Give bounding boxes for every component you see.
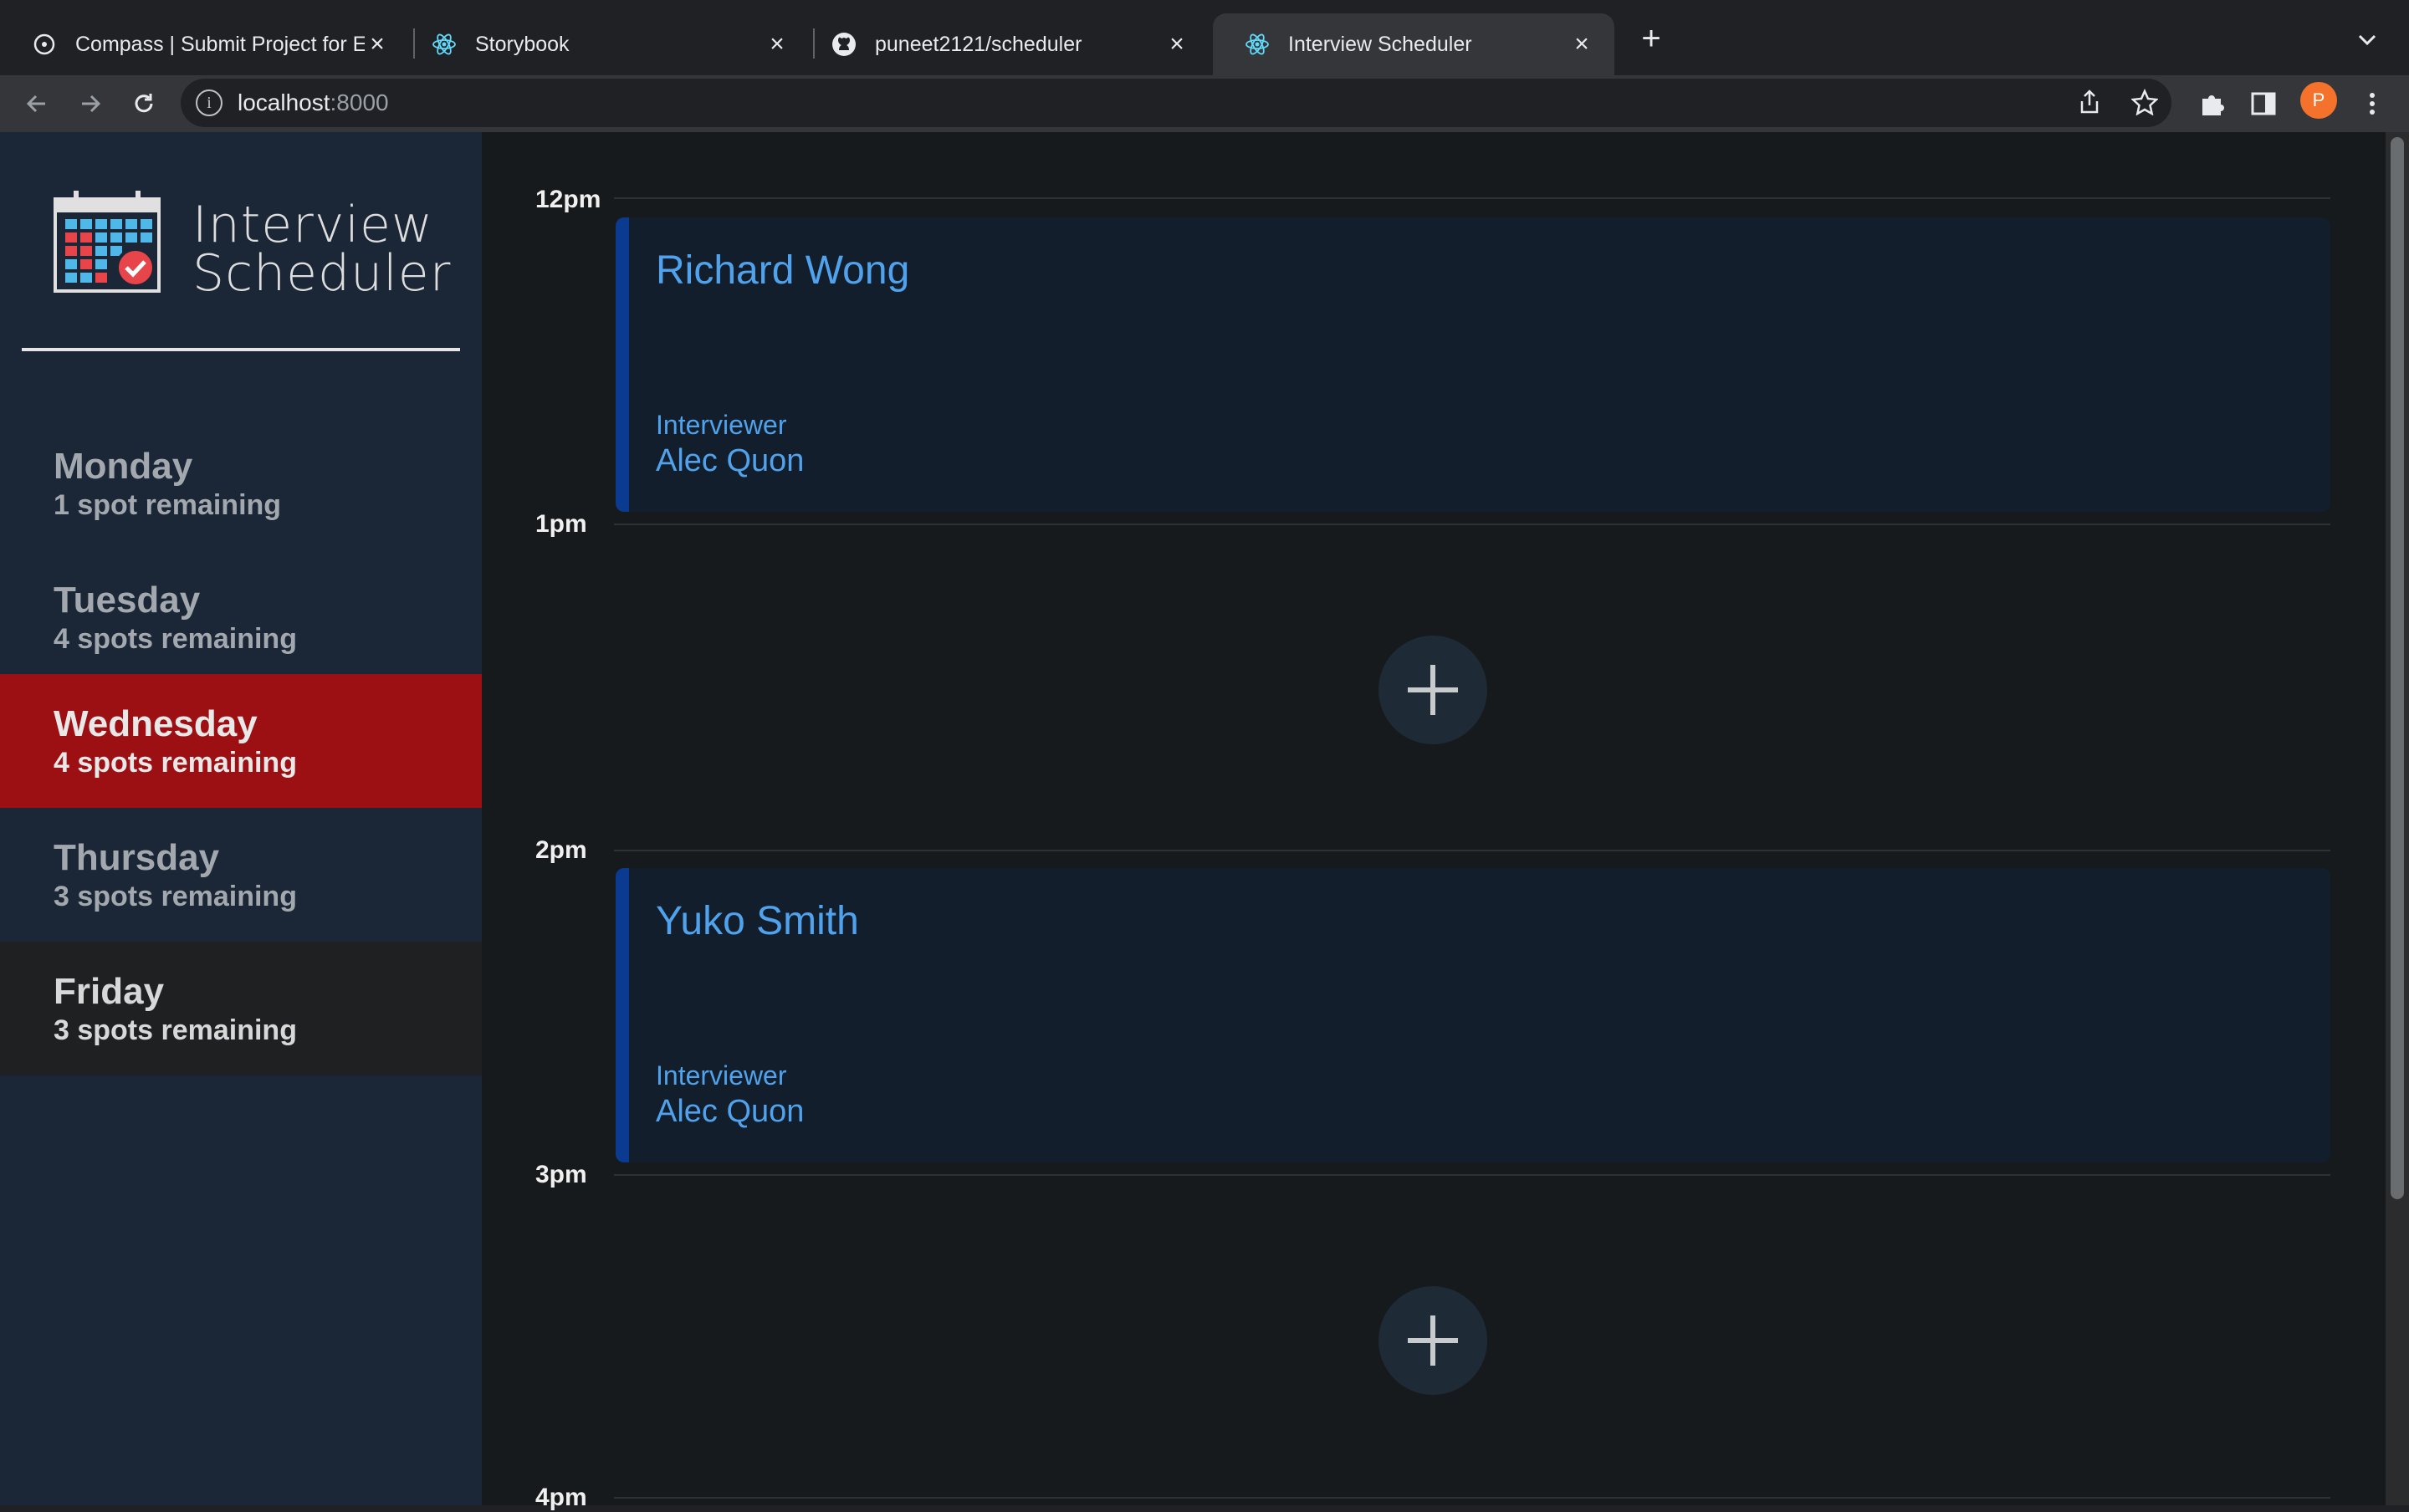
github-icon <box>831 32 857 57</box>
appointment-card[interactable]: Richard Wong Interviewer Alec Quon <box>616 217 2330 512</box>
tab-search-chevron-icon[interactable] <box>2357 27 2377 53</box>
react-icon <box>432 32 457 57</box>
app-title-line2: Scheduler <box>192 244 452 303</box>
site-info-icon[interactable]: i <box>196 89 222 116</box>
day-spots-remaining: 3 spots remaining <box>54 1014 297 1046</box>
slot-time-label: 4pm <box>535 1484 587 1511</box>
close-icon[interactable]: × <box>1164 30 1189 58</box>
add-appointment-button[interactable] <box>1378 1286 1487 1395</box>
day-spots-remaining: 4 spots remaining <box>54 623 297 655</box>
browser-tab-storybook[interactable]: Storybook × <box>400 13 810 75</box>
share-icon[interactable] <box>2073 85 2106 119</box>
browser-tab-interview-scheduler[interactable]: Interview Scheduler × <box>1213 13 1614 75</box>
extensions-puzzle-icon[interactable] <box>2193 85 2230 122</box>
close-icon[interactable]: × <box>765 30 790 58</box>
page-scrollbar[interactable] <box>2386 132 2409 1505</box>
app-title-line1: Interview <box>192 196 433 254</box>
compass-icon <box>32 32 57 57</box>
app-logo: Interview Scheduler <box>52 191 478 308</box>
url-host: localhost <box>238 89 330 115</box>
close-icon[interactable]: × <box>1569 30 1594 58</box>
schedule: 12pm Richard Wong Interviewer Alec Quon … <box>482 132 2386 1511</box>
day-list-item-monday[interactable]: Monday 1 spot remaining <box>0 416 482 550</box>
day-list-item-friday[interactable]: Friday 3 spots remaining <box>0 942 482 1075</box>
day-name: Friday <box>54 971 165 1012</box>
browser-tab-strip: Compass | Submit Project for E × Storybo… <box>0 0 2409 75</box>
slot-divider <box>614 524 2330 525</box>
slot-time-label: 12pm <box>535 186 601 213</box>
day-list-item-wednesday[interactable]: Wednesday 4 spots remaining <box>0 674 482 808</box>
tab-label: puneet2121/scheduler <box>875 32 1082 56</box>
slot-divider <box>614 1497 2330 1499</box>
address-bar[interactable]: i localhost :8000 <box>181 79 2171 127</box>
tab-label: Storybook <box>475 32 570 56</box>
interviewer-label: Interviewer <box>656 410 787 440</box>
slot-time-label: 3pm <box>535 1161 587 1188</box>
day-name: Wednesday <box>54 703 258 744</box>
student-name: Yuko Smith <box>656 899 859 943</box>
url-port: :8000 <box>330 89 389 115</box>
day-list-item-thursday[interactable]: Thursday 3 spots remaining <box>0 808 482 942</box>
tab-label: Interview Scheduler <box>1288 32 1472 56</box>
slot-divider <box>614 197 2330 199</box>
reload-icon[interactable] <box>125 85 162 122</box>
interviewer-name: Alec Quon <box>656 443 805 478</box>
day-spots-remaining: 4 spots remaining <box>54 747 297 779</box>
browser-tab-github[interactable]: puneet2121/scheduler × <box>800 13 1210 75</box>
day-spots-remaining: 1 spot remaining <box>54 489 282 521</box>
day-list-item-tuesday[interactable]: Tuesday 4 spots remaining <box>0 550 482 684</box>
plus-icon <box>1408 1315 1458 1366</box>
day-name: Monday <box>54 446 193 487</box>
back-arrow-icon[interactable] <box>18 85 55 122</box>
new-tab-icon[interactable]: + <box>1636 22 1666 55</box>
day-name: Thursday <box>54 837 220 878</box>
add-appointment-button[interactable] <box>1378 636 1487 744</box>
side-panel-icon[interactable] <box>2245 85 2282 122</box>
tab-label: Compass | Submit Project for E <box>75 32 365 56</box>
calendar-logo-icon <box>54 191 161 293</box>
plus-icon <box>1408 665 1458 715</box>
slot-divider <box>614 850 2330 851</box>
day-spots-remaining: 3 spots remaining <box>54 881 297 912</box>
interviewer-label: Interviewer <box>656 1060 787 1091</box>
forward-arrow-icon[interactable] <box>72 85 109 122</box>
sidebar-divider <box>22 348 460 351</box>
app-page: Interview Scheduler Monday 1 spot remain… <box>0 132 2409 1511</box>
react-icon <box>1245 32 1270 57</box>
bookmark-star-icon[interactable] <box>2128 85 2161 119</box>
browser-toolbar: i localhost :8000 <box>0 75 2409 132</box>
app-title: Interview Scheduler <box>192 196 452 303</box>
browser-menu-icon[interactable] <box>2354 85 2391 122</box>
browser-tab-compass[interactable]: Compass | Submit Project for E × <box>0 13 410 75</box>
slot-time-label: 2pm <box>535 836 587 864</box>
appointment-card[interactable]: Yuko Smith Interviewer Alec Quon <box>616 868 2330 1162</box>
slot-divider <box>614 1174 2330 1176</box>
profile-avatar[interactable]: P <box>2300 82 2337 119</box>
day-name: Tuesday <box>54 580 201 621</box>
student-name: Richard Wong <box>656 248 910 293</box>
close-icon[interactable]: × <box>365 30 390 58</box>
sidebar: Interview Scheduler Monday 1 spot remain… <box>0 132 482 1505</box>
interviewer-name: Alec Quon <box>656 1094 805 1129</box>
scrollbar-thumb[interactable] <box>2391 137 2404 1199</box>
slot-time-label: 1pm <box>535 510 587 538</box>
